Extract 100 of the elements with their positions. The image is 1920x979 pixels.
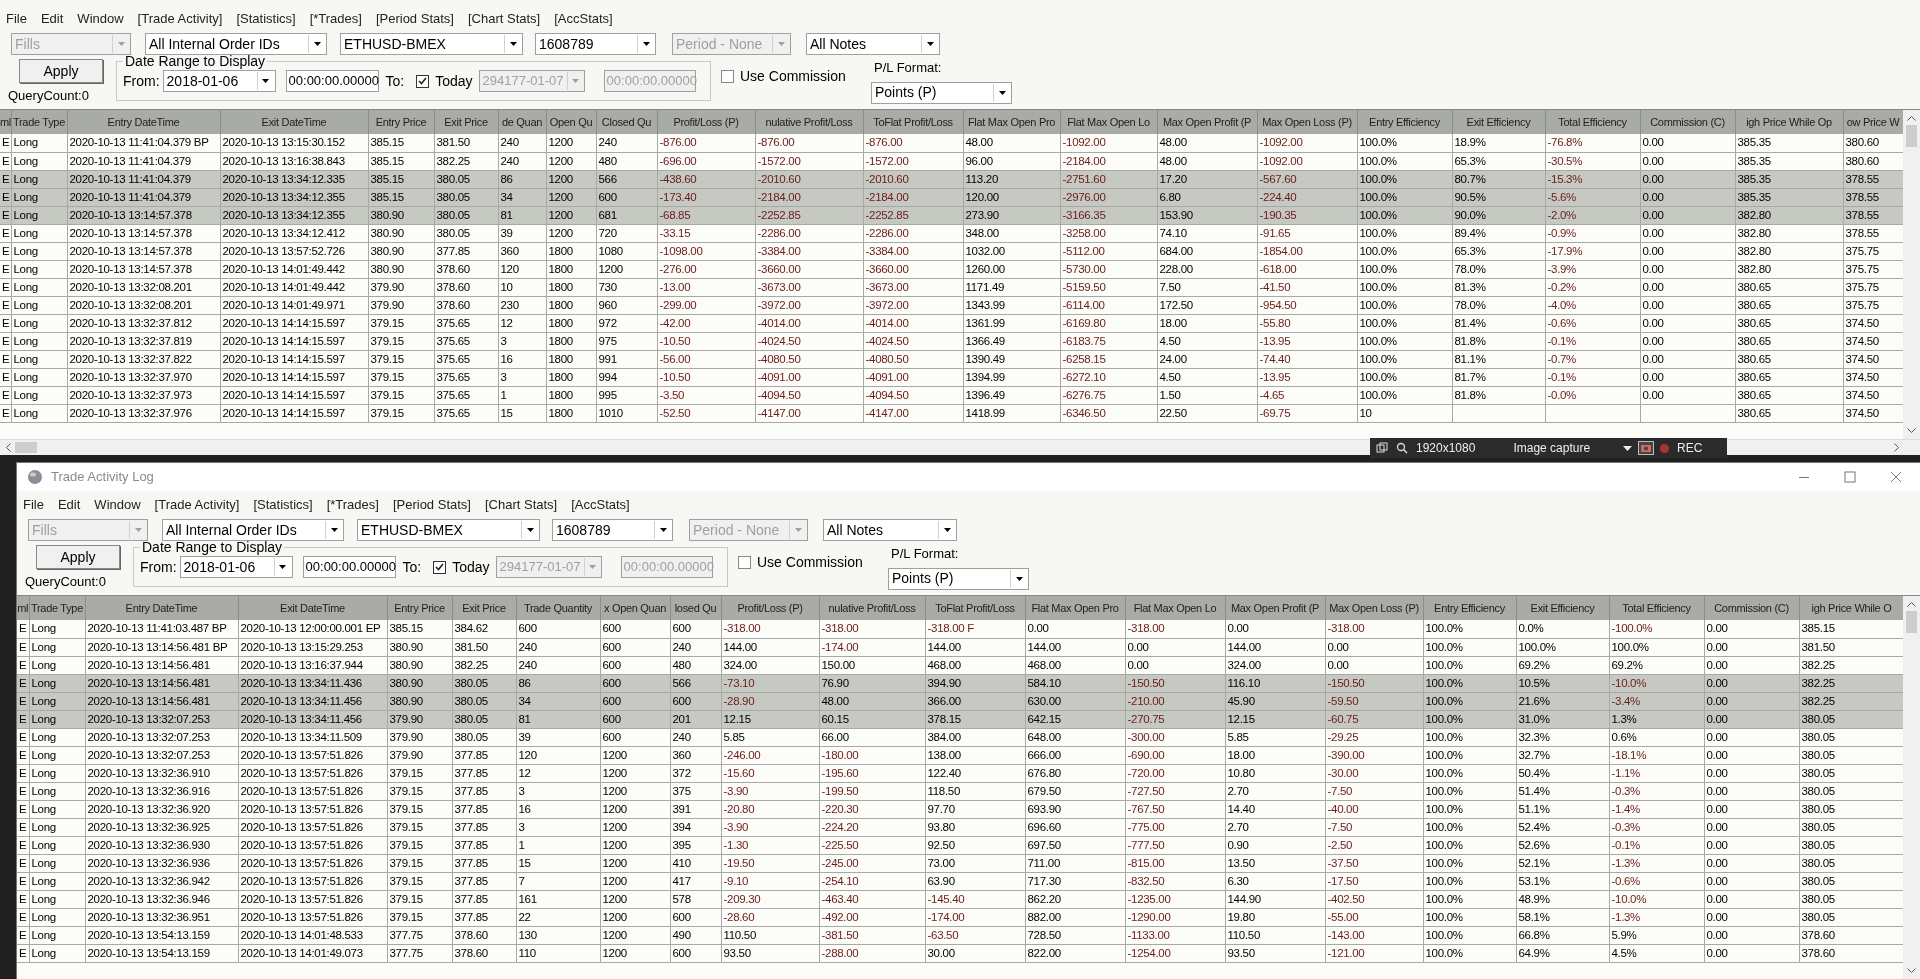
table-cell: 100.0%: [1516, 638, 1609, 656]
dropdown[interactable]: Points (P): [888, 567, 1029, 590]
dropdown[interactable]: ETHUSD-BMEX: [357, 519, 540, 541]
checkbox-label: Use Commission: [757, 553, 863, 572]
table-cell: 2020-10-13 13:57:51.826: [238, 836, 387, 854]
table-cell: -1.30: [721, 836, 819, 854]
table-cell: 0.00: [1640, 242, 1735, 260]
table-row[interactable]: E Long 2020-10-13 11:41:04.379 BP 2020-10-13 13:15:30.152 385.15 381.50 240 1200 240 -876.00 -876.00 -876.00 48.00 -1092.00 48.00 -1092.00 100.0% 18.9% -76.8% 0.00 385.35 380.60: [0, 134, 1903, 152]
table-cell: 377.85: [434, 242, 498, 260]
table-cell: 1800: [546, 386, 596, 404]
menu-item[interactable]: Edit: [57, 495, 81, 515]
time-field[interactable]: 00:00:00.00000: [285, 70, 379, 92]
table-cell: -60.75: [1325, 710, 1423, 728]
menu-item[interactable]: [AccStats]: [571, 495, 630, 515]
menu-item[interactable]: [*Trades]: [326, 495, 379, 515]
table-cell: -390.00: [1325, 746, 1423, 764]
menu-item[interactable]: [Period Stats]: [375, 9, 454, 29]
table-cell: 578: [670, 890, 721, 908]
table-cell: E: [0, 152, 11, 170]
capture-mode[interactable]: Image capture: [1513, 439, 1591, 457]
menu-item[interactable]: [AccStats]: [554, 9, 613, 29]
table-cell: -254.10: [819, 872, 925, 890]
menu-item[interactable]: [Trade Activity]: [154, 495, 240, 515]
table-cell: -4147.00: [755, 404, 863, 422]
table-cell: Long: [29, 710, 85, 728]
table-cell: 16: [498, 350, 546, 368]
dropdown[interactable]: All Internal Order IDs: [145, 33, 327, 55]
dropdown[interactable]: 1608789: [552, 519, 673, 541]
table-cell: 100.0%: [1423, 872, 1516, 890]
dropdown[interactable]: 1608789: [535, 33, 656, 55]
table-cell: 2020-10-13 13:32:37.812: [67, 314, 220, 332]
table-cell: 0.00: [1704, 872, 1799, 890]
table-cell: 2020-10-13 11:41:03.487 BP: [85, 620, 238, 638]
table-cell: 2020-10-13 13:32:07.253: [85, 728, 238, 746]
table-cell: Long: [29, 692, 85, 710]
table-cell: -2976.00: [1060, 188, 1157, 206]
table-cell: Long: [11, 242, 67, 260]
menu-item[interactable]: File: [23, 495, 44, 515]
dropdown[interactable]: ETHUSD-BMEX: [340, 33, 523, 55]
dropdown[interactable]: 2018-01-06: [179, 556, 293, 578]
table-cell: 379.90: [387, 746, 452, 764]
dropdown[interactable]: All Notes: [823, 519, 957, 541]
table-cell: -10.0%: [1609, 674, 1704, 692]
apply-button[interactable]: Apply: [36, 545, 120, 569]
menu-item[interactable]: Window: [94, 495, 141, 515]
table-cell: E: [0, 386, 11, 404]
table-cell: 5.85: [721, 728, 819, 746]
menu-item[interactable]: [Statistics]: [236, 9, 296, 29]
table-cell: 144.00: [1025, 638, 1125, 656]
time-field[interactable]: 00:00:00.00000: [302, 556, 396, 578]
table-cell: -199.50: [819, 782, 925, 800]
table-cell: Long: [11, 296, 67, 314]
query-count: QueryCount:0: [8, 87, 89, 105]
table-cell: 711.00: [1025, 854, 1125, 872]
menu-item[interactable]: [*Trades]: [309, 9, 362, 29]
table-cell: 2020-10-13 13:57:51.826: [238, 854, 387, 872]
table-cell: 380.90: [387, 692, 452, 710]
table-cell: E: [17, 836, 29, 854]
dropdown[interactable]: All Internal Order IDs: [162, 519, 344, 541]
apply-button[interactable]: Apply: [19, 59, 103, 83]
menu-item[interactable]: [Period Stats]: [392, 495, 471, 515]
to-label: To:: [402, 557, 422, 577]
table-cell: 975: [596, 332, 657, 350]
table-cell: 2020-10-13 14:01:49.442: [220, 260, 368, 278]
table-cell: 380.65: [1735, 350, 1843, 368]
record-label[interactable]: REC: [1677, 439, 1703, 457]
menu-item[interactable]: [Trade Activity]: [137, 9, 223, 29]
dropdown[interactable]: Points (P): [871, 81, 1012, 104]
menu-item[interactable]: [Chart Stats]: [467, 9, 541, 29]
dropdown[interactable]: All Notes: [806, 33, 940, 55]
table-cell: Long: [11, 170, 67, 188]
table-cell: -150.50: [1125, 674, 1225, 692]
table-cell: 81.7%: [1452, 368, 1545, 386]
menu-item[interactable]: [Chart Stats]: [484, 495, 558, 515]
table-cell: -0.3%: [1609, 818, 1704, 836]
menu-item[interactable]: [Statistics]: [253, 495, 313, 515]
table-cell: 1800: [546, 242, 596, 260]
table-cell: 2020-10-13 13:32:37.822: [67, 350, 220, 368]
table-cell: 379.15: [387, 782, 452, 800]
table-cell: 81.3%: [1452, 278, 1545, 296]
menu-item[interactable]: File: [6, 9, 27, 29]
table-cell: -28.60: [721, 908, 819, 926]
menu-item[interactable]: Window: [77, 9, 124, 29]
dropdown[interactable]: 2018-01-06: [162, 70, 276, 92]
table-cell: Long: [11, 404, 67, 422]
table-cell: E: [17, 872, 29, 890]
table-cell: -3972.00: [755, 296, 863, 314]
table-cell: 380.65: [1735, 386, 1843, 404]
table-cell: 240: [670, 728, 721, 746]
menu-item[interactable]: Edit: [40, 9, 64, 29]
table-cell: Long: [29, 908, 85, 926]
resolution-label: 1920x1080: [1416, 440, 1476, 457]
table-cell: -4024.50: [863, 332, 963, 350]
table-cell: E: [17, 818, 29, 836]
table-cell: Long: [11, 152, 67, 170]
table-row[interactable]: E Long 2020-10-13 11:41:03.487 BP 2020-10-13 12:00:00.001 EP 385.15 384.62 600 600 600 -318.00 -318.00 -318.00 F 0.00 -318.00 0.00 -318.00 100.0% 0.0% -100.0% 0.00 385.15: [17, 620, 1903, 638]
table-cell: 380.05: [452, 674, 516, 692]
table-cell: Long: [11, 386, 67, 404]
table-cell: -1572.00: [755, 152, 863, 170]
table-cell: 384.62: [452, 620, 516, 638]
